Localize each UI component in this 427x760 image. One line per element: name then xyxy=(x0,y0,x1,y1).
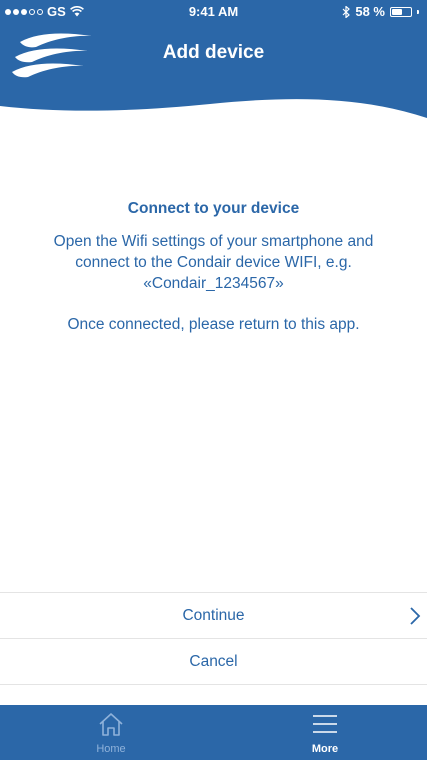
home-icon xyxy=(99,713,123,736)
header: GS 9:41 AM 58 % Add device xyxy=(0,0,427,125)
status-right: 58 % xyxy=(342,4,419,19)
main-content: Connect to your device Open the Wifi set… xyxy=(30,198,397,355)
tab-more[interactable]: More xyxy=(275,705,375,760)
return-note: Once connected, please return to this ap… xyxy=(67,316,360,333)
tab-home-label: Home xyxy=(96,743,126,755)
chevron-right-icon xyxy=(410,607,421,625)
continue-label: Continue xyxy=(182,607,245,624)
cancel-button[interactable]: Cancel xyxy=(0,638,427,685)
tab-bar: Home More xyxy=(0,705,427,760)
battery-tip xyxy=(417,9,419,14)
battery-percentage: 58 % xyxy=(355,4,385,19)
action-list: Continue Cancel xyxy=(0,592,427,685)
status-bar: GS 9:41 AM 58 % xyxy=(0,0,427,22)
tab-more-label: More xyxy=(311,743,339,755)
cancel-label: Cancel xyxy=(189,653,238,670)
page-title: Add device xyxy=(162,42,265,63)
wifi-instructions: Open the Wifi settings of your smartphon… xyxy=(53,233,374,292)
continue-button[interactable]: Continue xyxy=(0,592,427,638)
bluetooth-icon xyxy=(342,5,351,18)
connect-heading: Connect to your device xyxy=(127,200,300,217)
tab-home[interactable]: Home xyxy=(61,705,161,760)
menu-icon xyxy=(313,715,337,733)
battery-icon xyxy=(390,6,412,17)
